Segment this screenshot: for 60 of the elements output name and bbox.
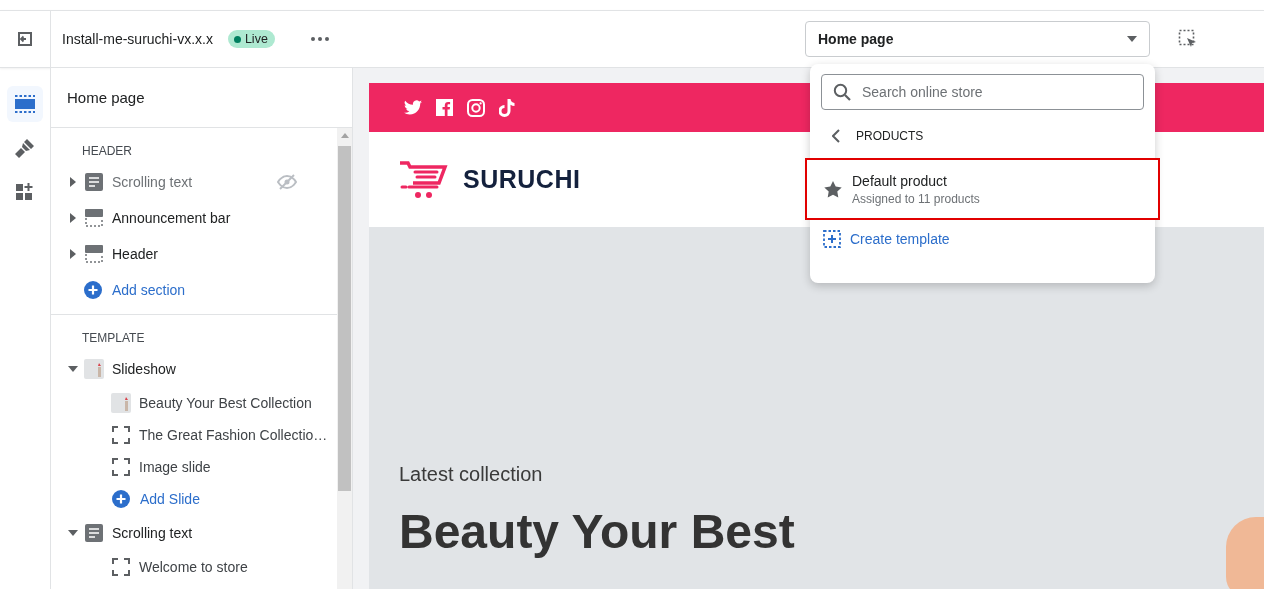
tiktok-icon[interactable]	[499, 98, 515, 117]
image-thumbnail	[111, 393, 131, 413]
apps-icon	[15, 182, 35, 202]
exit-icon	[15, 29, 35, 49]
section-item[interactable]: Header	[112, 246, 158, 262]
scrollbar[interactable]	[337, 128, 352, 589]
expanded-caret-icon[interactable]	[68, 366, 78, 372]
text-block-icon	[85, 524, 103, 542]
text-block-icon	[85, 173, 103, 191]
twitter-icon[interactable]	[404, 100, 422, 115]
block-frame-icon	[112, 426, 130, 444]
collapsed-caret-icon[interactable]	[70, 213, 76, 223]
template-option[interactable]: Default product Assigned to 11 products	[805, 158, 1160, 220]
search-field[interactable]: Search online store	[821, 74, 1144, 110]
paintbrush-icon	[14, 137, 36, 159]
back-to-products-button[interactable]: PRODUCTS	[810, 114, 1155, 158]
add-icon	[112, 490, 130, 508]
theme-name: Install-me-suruchi-vx.x.x	[62, 31, 213, 47]
section-item[interactable]: Announcement bar	[112, 210, 231, 226]
selection-cursor-icon	[1178, 29, 1198, 49]
chevron-left-icon	[832, 129, 840, 143]
block-item[interactable]: Welcome to store	[139, 559, 248, 575]
header-bar-icon	[85, 245, 103, 263]
facebook-icon[interactable]	[436, 99, 453, 116]
store-logo[interactable]: SURUCHI	[463, 165, 581, 194]
hero-eyebrow: Latest collection	[399, 463, 544, 486]
rail-tab[interactable]	[7, 86, 43, 122]
block-frame-icon	[112, 458, 130, 476]
add-template-icon	[823, 230, 841, 248]
sections-icon	[14, 95, 36, 113]
photo-placeholder	[1226, 517, 1264, 589]
block-frame-icon	[112, 558, 130, 576]
expanded-caret-icon[interactable]	[68, 530, 78, 536]
block-item[interactable]: The Great Fashion Collectio…	[139, 427, 328, 443]
template-subtitle: Assigned to 11 products	[852, 191, 980, 206]
star-icon	[824, 180, 842, 198]
group-heading: TEMPLATE	[81, 331, 146, 345]
add-icon	[84, 281, 102, 299]
group-heading: HEADER	[81, 144, 133, 158]
create-template-link[interactable]: Create template	[810, 220, 1155, 258]
collapsed-caret-icon[interactable]	[70, 249, 76, 259]
template-select[interactable]: Home page	[805, 21, 1150, 57]
search-icon	[833, 83, 851, 101]
panel-title: Home page	[51, 68, 352, 128]
header-bar-icon	[85, 209, 103, 227]
section-item[interactable]: Slideshow	[112, 361, 176, 377]
template-title: Default product	[852, 172, 948, 189]
live-badge: Live	[227, 30, 275, 48]
add-block-link[interactable]: Add Slide	[112, 483, 200, 515]
block-item[interactable]: Image slide	[139, 459, 211, 475]
instagram-icon[interactable]	[467, 98, 485, 117]
image-thumbnail	[84, 359, 104, 379]
collapsed-caret-icon[interactable]	[70, 177, 76, 187]
block-item[interactable]: Beauty Your Best Collection	[139, 395, 312, 411]
hero-heading: Beauty Your Best	[399, 504, 795, 560]
section-item[interactable]: Scrolling text	[112, 174, 193, 190]
add-section-link[interactable]: Add section	[84, 272, 186, 308]
section-item[interactable]: Scrolling text	[112, 525, 193, 541]
more-icon	[310, 37, 329, 41]
caret-icon	[1127, 36, 1137, 42]
